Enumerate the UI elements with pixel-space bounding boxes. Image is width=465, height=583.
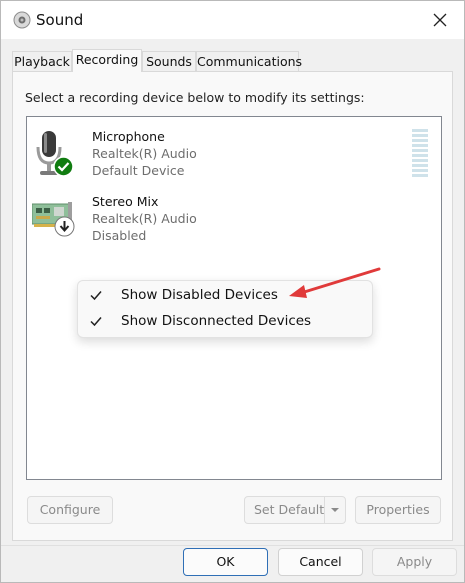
device-driver: Realtek(R) Audio — [92, 211, 197, 226]
device-status: Default Device — [92, 163, 185, 178]
menu-item-label: Show Disconnected Devices — [121, 313, 312, 329]
checkmark-icon — [88, 313, 104, 329]
disabled-arrow-badge-icon — [54, 216, 75, 237]
checkmark-icon — [88, 287, 104, 303]
microphone-icon — [32, 129, 76, 177]
divider — [1, 545, 464, 546]
chevron-down-icon[interactable] — [324, 497, 345, 523]
sound-card-icon — [31, 194, 76, 242]
configure-button[interactable]: Configure — [27, 496, 113, 524]
instruction-text: Select a recording device below to modif… — [25, 90, 365, 105]
window-title: Sound — [36, 11, 84, 29]
close-icon — [433, 13, 447, 27]
tab-recording[interactable]: Recording — [72, 49, 142, 72]
set-default-button[interactable]: Set Default — [244, 496, 346, 524]
menu-item-show-disconnected-devices[interactable]: Show Disconnected Devices — [78, 309, 372, 335]
device-item-stereo-mix[interactable]: Stereo Mix Realtek(R) Audio Disabled — [27, 194, 441, 254]
cancel-button[interactable]: Cancel — [278, 548, 363, 576]
speaker-icon — [13, 11, 31, 29]
device-driver: Realtek(R) Audio — [92, 146, 197, 161]
device-name: Stereo Mix — [92, 194, 159, 209]
device-item-microphone[interactable]: Microphone Realtek(R) Audio Default Devi… — [27, 129, 441, 189]
check-badge-icon — [53, 156, 74, 177]
tab-playback[interactable]: Playback — [12, 51, 72, 71]
ok-button[interactable]: OK — [183, 548, 268, 576]
title-bar[interactable]: Sound — [1, 1, 464, 39]
close-button[interactable] — [428, 9, 452, 31]
annotation-arrow — [289, 267, 381, 298]
menu-item-label: Show Disabled Devices — [121, 287, 278, 303]
properties-button[interactable]: Properties — [355, 496, 441, 524]
sound-dialog: Sound Playback Recording Sounds Communic… — [0, 0, 465, 583]
apply-button[interactable]: Apply — [372, 548, 457, 576]
tab-communications[interactable]: Communications — [196, 51, 302, 71]
level-meter — [412, 129, 428, 179]
tab-sounds[interactable]: Sounds — [142, 51, 196, 71]
set-default-label: Set Default — [254, 502, 325, 517]
device-status: Disabled — [92, 228, 147, 243]
device-name: Microphone — [92, 129, 165, 144]
